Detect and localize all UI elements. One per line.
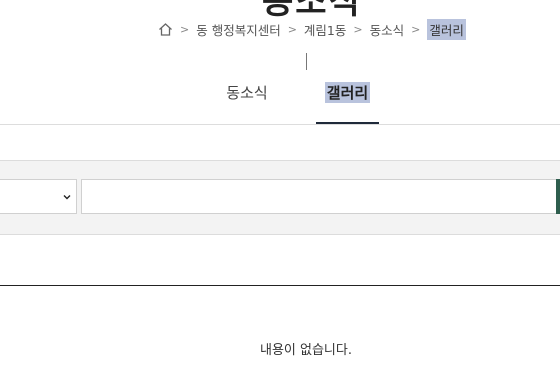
tab-gallery-label: 갤러리 xyxy=(324,82,371,103)
tab-news[interactable]: 동소식 xyxy=(218,82,276,124)
breadcrumb-separator: > xyxy=(411,23,421,36)
breadcrumb: > 동 행정복지센터 > 계림1동 > 동소식 > 갤러리 xyxy=(158,19,466,40)
breadcrumb-item-center[interactable]: 동 행정복지센터 xyxy=(196,20,280,39)
search-bar xyxy=(0,160,560,235)
breadcrumb-current: 갤러리 xyxy=(427,19,466,40)
home-icon[interactable] xyxy=(158,22,173,37)
tab-news-label: 동소식 xyxy=(226,84,268,102)
vertical-divider xyxy=(306,53,307,70)
breadcrumb-item-dong[interactable]: 계림1동 xyxy=(304,20,346,39)
search-category-select[interactable] xyxy=(0,179,77,214)
search-button[interactable] xyxy=(556,179,560,214)
breadcrumb-item-news[interactable]: 동소식 xyxy=(370,20,405,39)
search-input[interactable] xyxy=(81,179,559,214)
tab-bar: 동소식 갤러리 xyxy=(0,82,560,126)
tabs-divider xyxy=(0,124,560,125)
tab-gallery[interactable]: 갤러리 xyxy=(316,82,379,125)
empty-message: 내용이 없습니다. xyxy=(260,343,352,358)
chevron-down-icon xyxy=(62,187,72,200)
breadcrumb-separator: > xyxy=(353,23,363,36)
list-top-border xyxy=(0,285,560,286)
breadcrumb-separator: > xyxy=(180,23,190,36)
breadcrumb-separator: > xyxy=(287,23,297,36)
